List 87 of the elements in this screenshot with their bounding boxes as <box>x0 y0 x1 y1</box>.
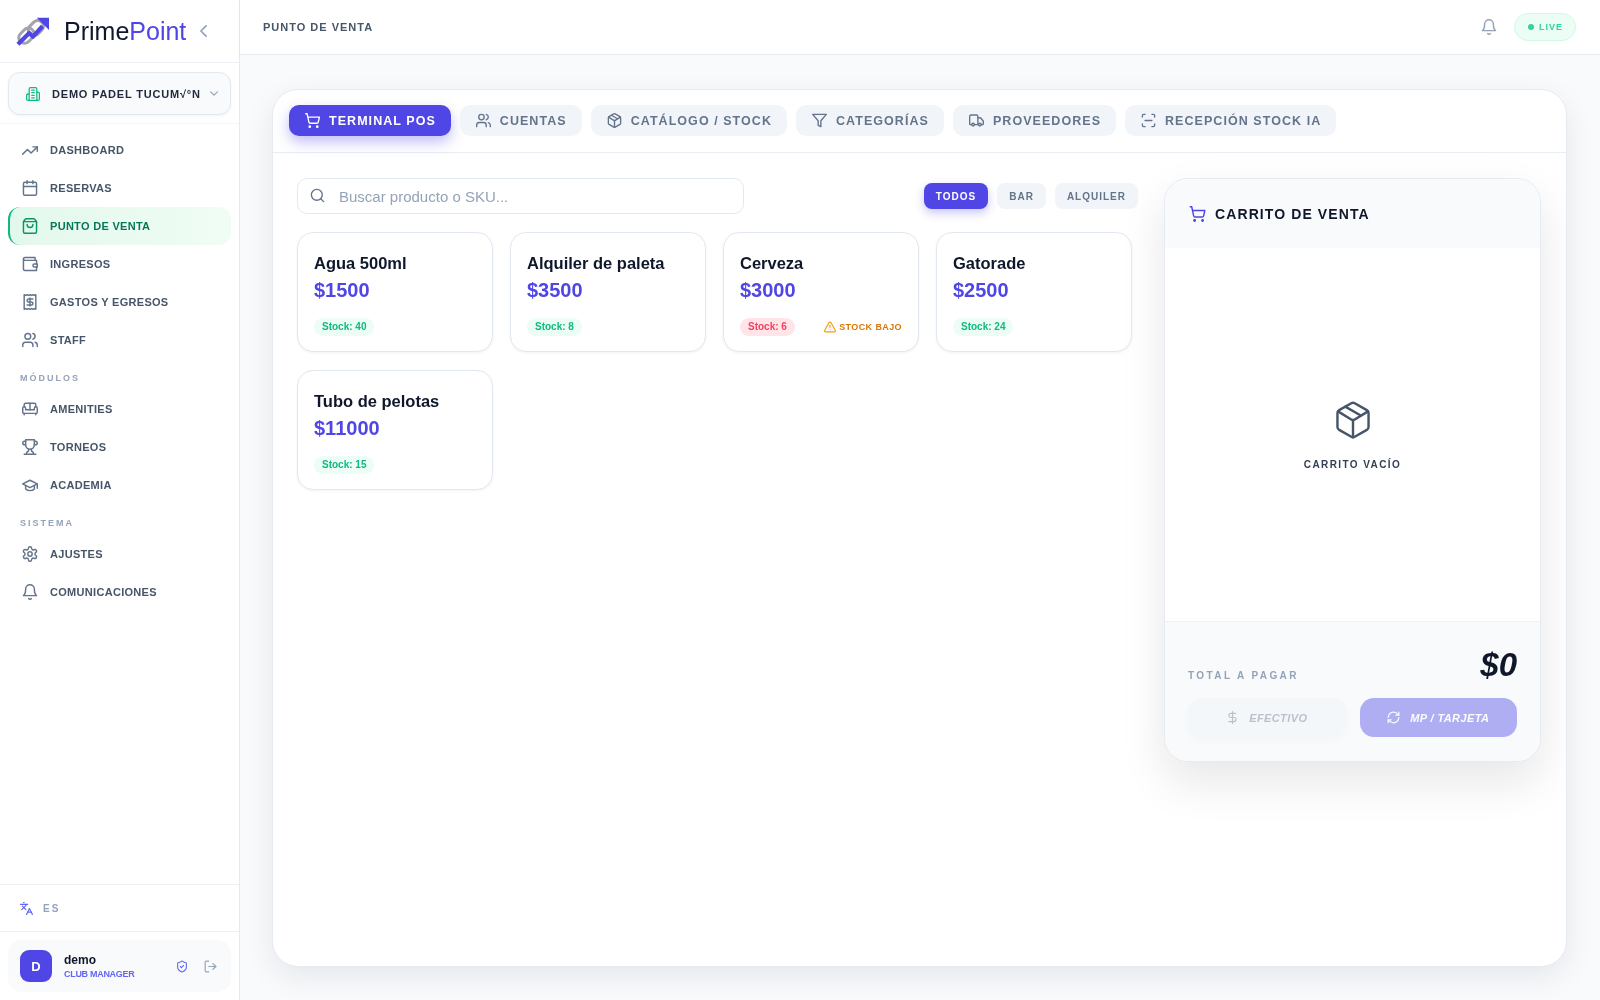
product-price: $3500 <box>527 278 583 302</box>
status-dot-icon <box>1528 24 1534 30</box>
nav-section-heading: MÓDULOS <box>20 372 81 384</box>
nav-item[interactable]: ACADEMIA <box>8 466 231 504</box>
club-selector[interactable]: DEMO PADEL TUCUM√°N <box>8 72 231 115</box>
total-label: TOTAL A PAGAR <box>1188 670 1299 681</box>
nav-item[interactable]: INGRESOS <box>8 245 231 283</box>
nav-section-heading: SISTEMA <box>20 517 75 529</box>
translate-icon <box>20 901 33 915</box>
stock-badge: Stock: 40 <box>314 318 375 336</box>
building-icon <box>26 86 40 101</box>
page-title: PUNTO DE VENTA <box>263 21 374 33</box>
product-name: Alquiler de paleta <box>527 253 665 274</box>
shopping-bag-icon <box>22 218 38 234</box>
chevron-down-icon <box>210 91 218 96</box>
receipt-icon <box>22 294 38 310</box>
warning-icon <box>824 321 837 333</box>
tab[interactable]: TERMINAL POS <box>289 105 451 136</box>
filter-button[interactable]: ALQUILER <box>1054 183 1138 209</box>
nav-item[interactable]: DASHBOARD <box>8 131 231 169</box>
nav-item[interactable]: GASTOS Y EGRESOS <box>8 283 231 321</box>
scan-icon <box>1141 113 1157 128</box>
calendar-icon <box>22 180 38 196</box>
stock-badge: Stock: 8 <box>527 318 582 336</box>
collapse-icon[interactable] <box>200 25 208 37</box>
live-status-text: LIVE <box>1539 22 1563 32</box>
product-price: $1500 <box>314 278 370 302</box>
cart-icon <box>1189 205 1206 222</box>
empty-cart-text: CARRITO VACÍO <box>1303 458 1402 470</box>
nav-item[interactable]: COMUNICACIONES <box>8 573 231 611</box>
tab[interactable]: PROVEEDORES <box>952 105 1117 136</box>
product-name: Gatorade <box>953 253 1026 274</box>
cart-title: CARRITO DE VENTA <box>1215 205 1370 222</box>
tab[interactable]: CUENTAS <box>459 105 582 136</box>
tab[interactable]: CATEGORÍAS <box>796 105 944 136</box>
product-card[interactable]: Gatorade $2500 Stock: 24 <box>936 232 1132 352</box>
nav-item[interactable]: PUNTO DE VENTA <box>8 207 231 245</box>
shield-check-icon <box>176 959 188 973</box>
user-role: CLUB MANAGER <box>64 967 135 980</box>
box-icon <box>1333 399 1372 440</box>
nav-item[interactable]: STAFF <box>8 321 231 359</box>
product-card[interactable]: Tubo de pelotas $11000 Stock: 15 <box>297 370 493 490</box>
graduation-cap-icon <box>22 477 38 493</box>
filter-button[interactable]: BAR <box>997 183 1046 209</box>
box-icon <box>606 113 622 128</box>
cart-icon <box>305 113 320 128</box>
users-icon <box>22 332 38 348</box>
truck-icon <box>968 113 984 128</box>
product-price: $2500 <box>953 278 1009 302</box>
tab[interactable]: RECEPCIÓN STOCK IA <box>1125 105 1337 136</box>
wallet-icon <box>22 256 38 272</box>
total-amount: $0 <box>1480 646 1517 684</box>
stock-badge: Stock: 6 <box>740 318 795 336</box>
bell-icon <box>22 584 38 600</box>
stock-badge: Stock: 24 <box>953 318 1014 336</box>
funnel-icon <box>812 113 827 128</box>
product-card[interactable]: Alquiler de paleta $3500 Stock: 8 <box>510 232 706 352</box>
logout-icon[interactable] <box>204 959 217 973</box>
search-icon <box>310 188 325 203</box>
tab[interactable]: CATÁLOGO / STOCK <box>590 105 787 136</box>
product-name: Tubo de pelotas <box>314 391 440 412</box>
nav-item[interactable]: RESERVAS <box>8 169 231 207</box>
nav-item[interactable]: AMENITIES <box>8 390 231 428</box>
product-price: $11000 <box>314 416 380 440</box>
dollar-icon <box>1226 711 1240 724</box>
stock-badge: Stock: 15 <box>314 456 375 474</box>
sofa-icon <box>22 401 38 417</box>
logo-icon <box>15 15 51 47</box>
refresh-icon <box>1387 711 1401 724</box>
bell-icon[interactable] <box>1481 19 1497 35</box>
brand-name: PrimePoint <box>64 16 187 46</box>
user-name: demo <box>64 952 97 968</box>
filter-button[interactable]: TODOS <box>923 183 989 209</box>
trend-up-icon <box>22 145 38 155</box>
nav-item[interactable]: TORNEOS <box>8 428 231 466</box>
product-name: Agua 500ml <box>314 253 407 274</box>
nav-item[interactable]: AJUSTES <box>8 535 231 573</box>
trophy-icon <box>22 439 38 455</box>
product-name: Cerveza <box>740 253 804 274</box>
product-card[interactable]: Cerveza $3000 Stock: 6 STOCK BAJO <box>723 232 919 352</box>
product-price: $3000 <box>740 278 796 302</box>
product-card[interactable]: Agua 500ml $1500 Stock: 40 <box>297 232 493 352</box>
search-field[interactable]: Buscar producto o SKU... <box>297 178 744 214</box>
low-stock-warning: STOCK BAJO <box>839 322 902 332</box>
user-avatar: D <box>20 950 52 982</box>
users-icon <box>475 113 491 128</box>
settings-icon <box>22 546 38 562</box>
